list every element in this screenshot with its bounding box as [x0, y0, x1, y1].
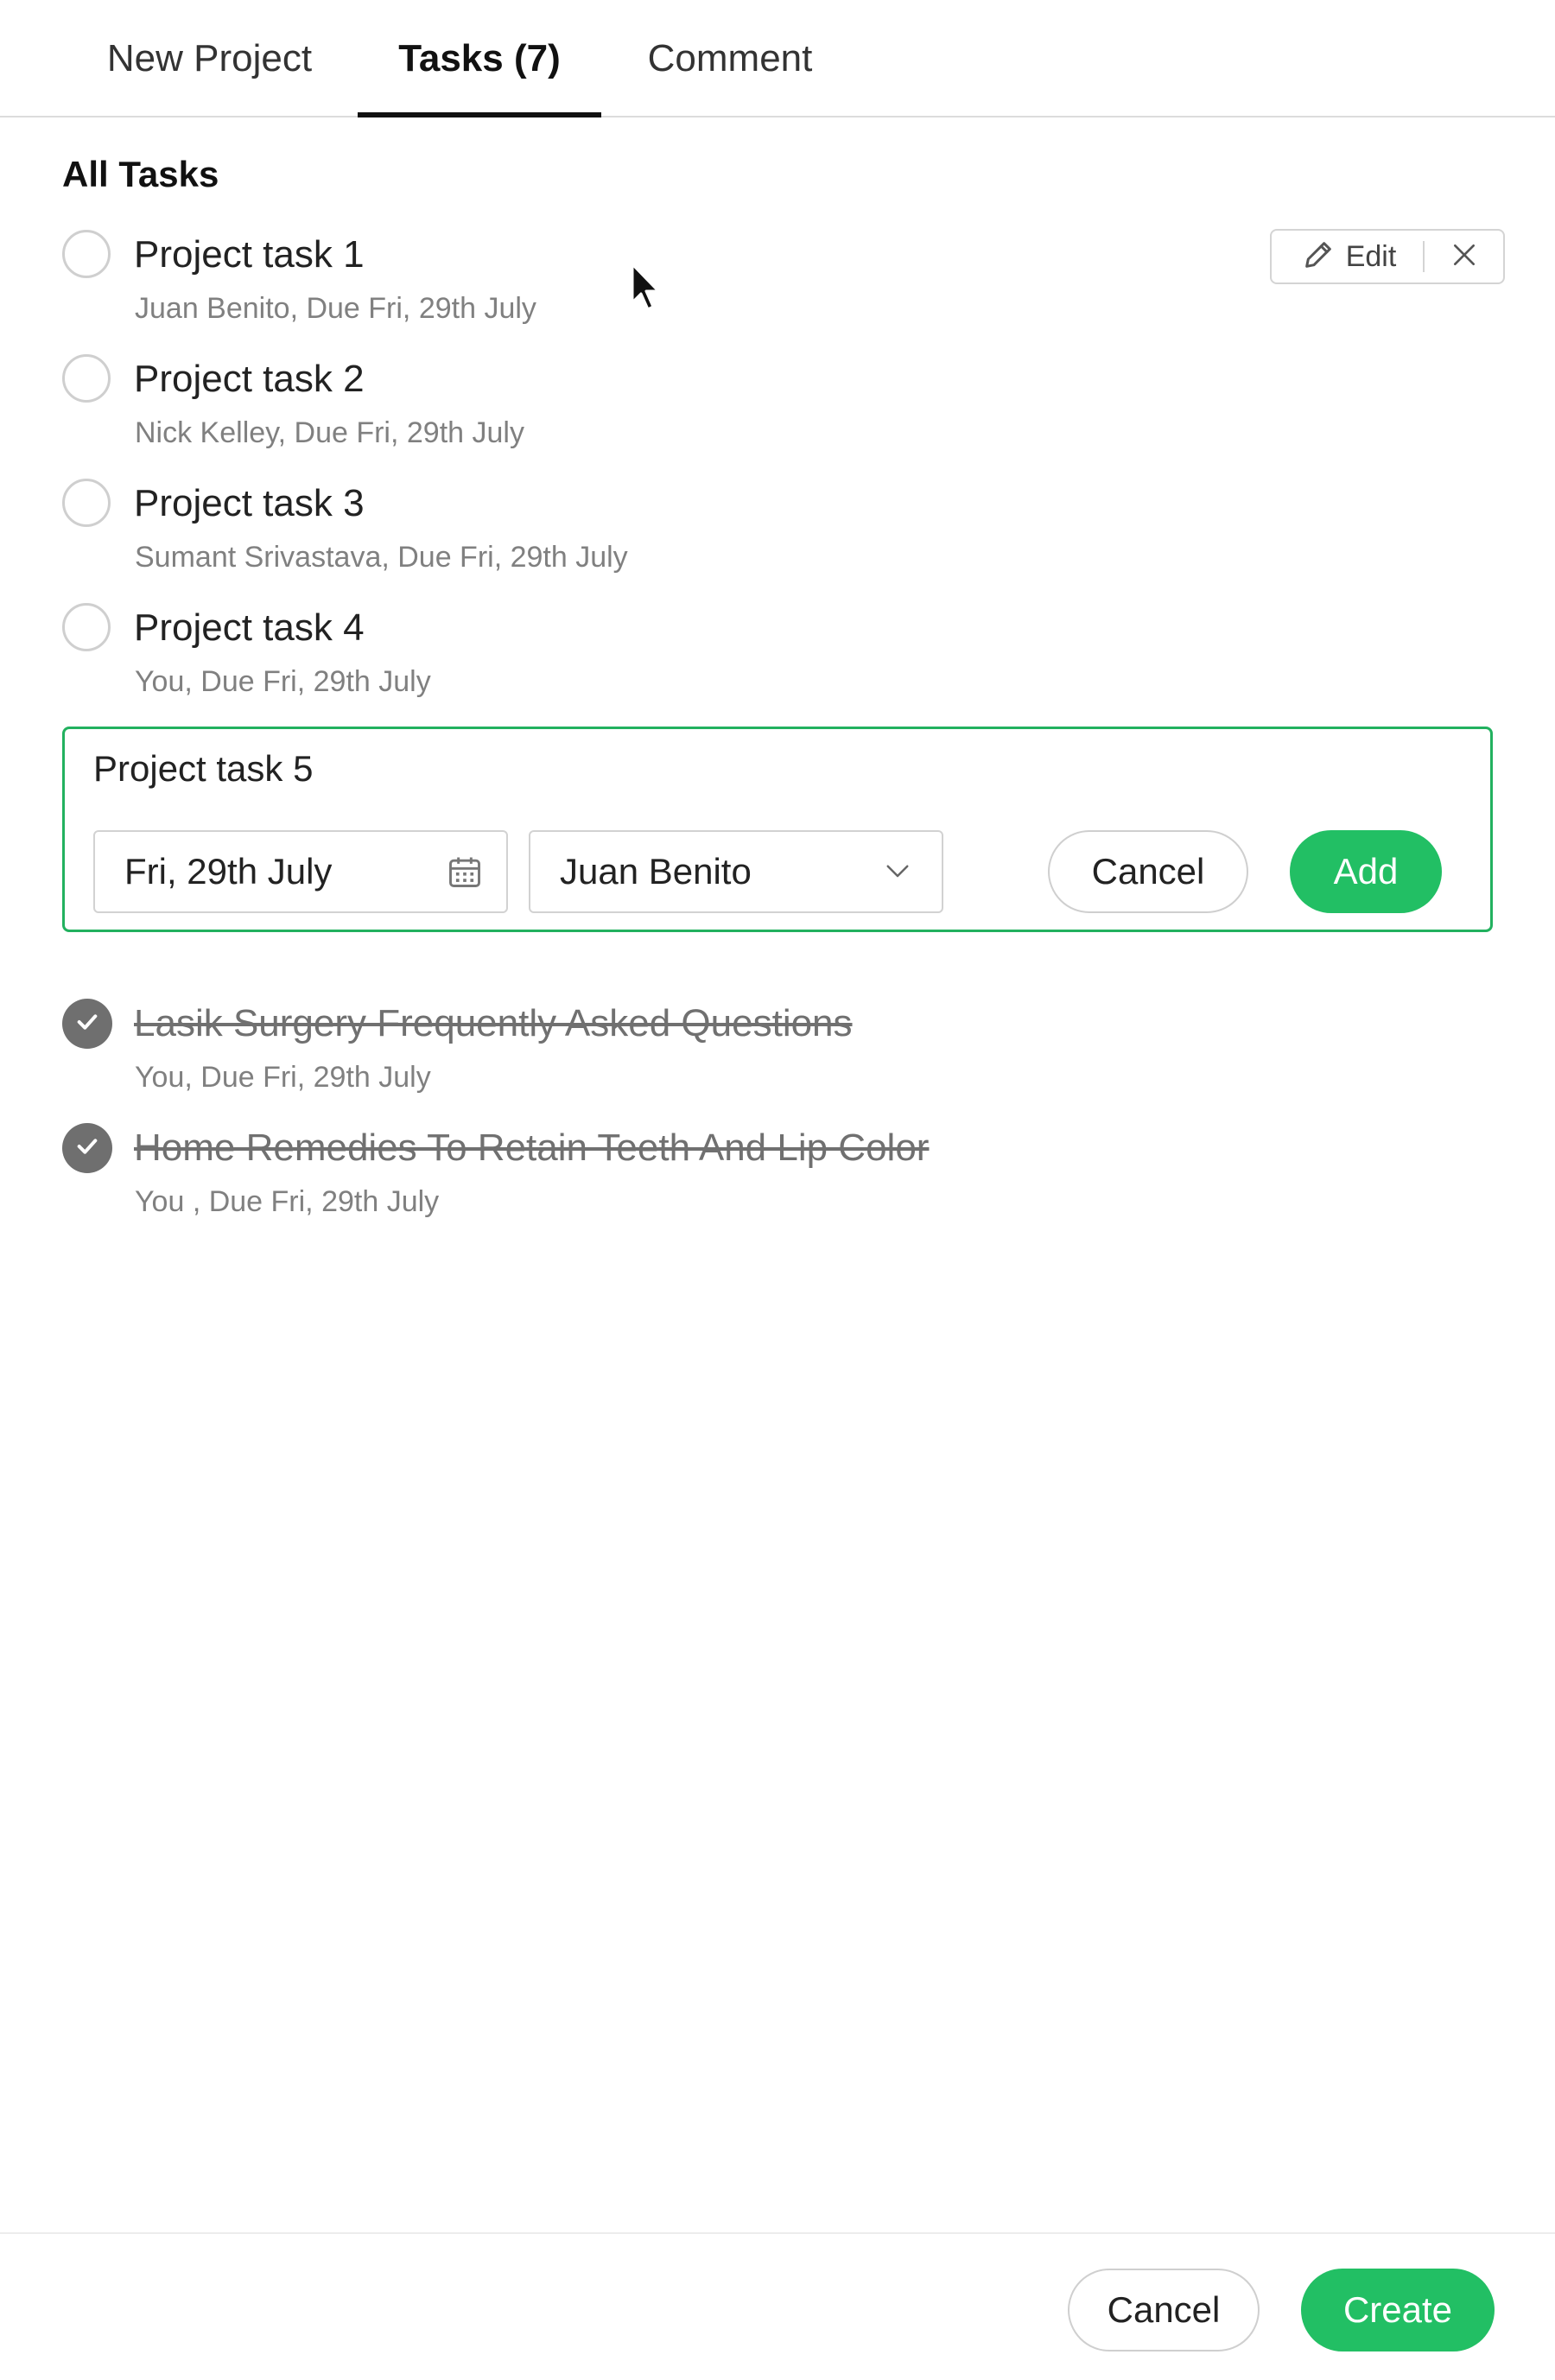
completed-task-row[interactable]: Lasik Surgery Frequently Asked Questions…: [0, 999, 1555, 1111]
task-title: Project task 4: [134, 606, 365, 649]
add-task-button[interactable]: Add: [1290, 830, 1442, 913]
new-task-name-input[interactable]: [93, 743, 957, 795]
divider: [1423, 241, 1425, 272]
create-button[interactable]: Create: [1301, 2269, 1495, 2351]
close-icon: [1450, 241, 1478, 273]
task-checkbox[interactable]: [62, 479, 111, 527]
task-title: Project task 3: [134, 482, 365, 524]
task-title: Project task 1: [134, 233, 365, 276]
task-meta: You, Due Fri, 29th July: [135, 1061, 431, 1094]
task-row[interactable]: Project task 3 Sumant Srivastava, Due Fr…: [0, 479, 1555, 591]
dialog-footer: Cancel Create: [0, 2232, 1555, 2380]
active-tab-indicator: [358, 112, 601, 117]
task-checkbox[interactable]: [62, 230, 111, 278]
mouse-pointer-icon: [629, 261, 663, 317]
edit-label: Edit: [1345, 239, 1397, 273]
due-date-value: Fri, 29th July: [124, 851, 333, 892]
task-checkbox-checked[interactable]: [62, 1123, 112, 1173]
calendar-icon: [446, 853, 484, 895]
task-checkbox-checked[interactable]: [62, 999, 112, 1049]
completed-task-row[interactable]: Home Remedies To Retain Teeth And Lip Co…: [0, 1123, 1555, 1235]
task-title: Project task 2: [134, 358, 365, 400]
task-checkbox[interactable]: [62, 354, 111, 403]
checkmark-icon: [73, 1008, 101, 1040]
assignee-dropdown[interactable]: Juan Benito: [529, 830, 943, 913]
new-task-form: Fri, 29th July Juan Benito Cancel Add: [62, 727, 1493, 932]
chevron-down-icon: [885, 861, 911, 886]
task-meta: You, Due Fri, 29th July: [135, 665, 431, 698]
pencil-icon: [1301, 238, 1336, 276]
edit-button[interactable]: Edit: [1272, 231, 1425, 282]
cancel-button[interactable]: Cancel: [1068, 2269, 1260, 2351]
delete-task-button[interactable]: [1425, 231, 1503, 282]
task-row[interactable]: Project task 2 Nick Kelley, Due Fri, 29t…: [0, 354, 1555, 466]
task-meta: Nick Kelley, Due Fri, 29th July: [135, 416, 524, 449]
checkmark-icon: [73, 1133, 101, 1165]
task-meta: Sumant Srivastava, Due Fri, 29th July: [135, 541, 628, 574]
tab-bar: New Project Tasks (7) Comment: [0, 0, 1555, 117]
task-meta: You , Due Fri, 29th July: [135, 1185, 440, 1218]
task-row[interactable]: Project task 4 You, Due Fri, 29th July: [0, 603, 1555, 715]
section-title: All Tasks: [62, 154, 219, 194]
tab-new-project[interactable]: New Project: [60, 0, 359, 117]
task-title: Home Remedies To Retain Teeth And Lip Co…: [134, 1127, 930, 1169]
task-title: Lasik Surgery Frequently Asked Questions: [134, 1002, 853, 1044]
task-row-actions: Edit: [1270, 229, 1505, 284]
task-meta: Juan Benito, Due Fri, 29th July: [135, 292, 536, 325]
tab-tasks[interactable]: Tasks (7): [358, 0, 601, 117]
cancel-new-task-button[interactable]: Cancel: [1048, 830, 1248, 913]
due-date-picker[interactable]: Fri, 29th July: [93, 830, 508, 913]
assignee-value: Juan Benito: [560, 851, 752, 892]
tab-comment[interactable]: Comment: [605, 0, 855, 117]
task-checkbox[interactable]: [62, 603, 111, 651]
